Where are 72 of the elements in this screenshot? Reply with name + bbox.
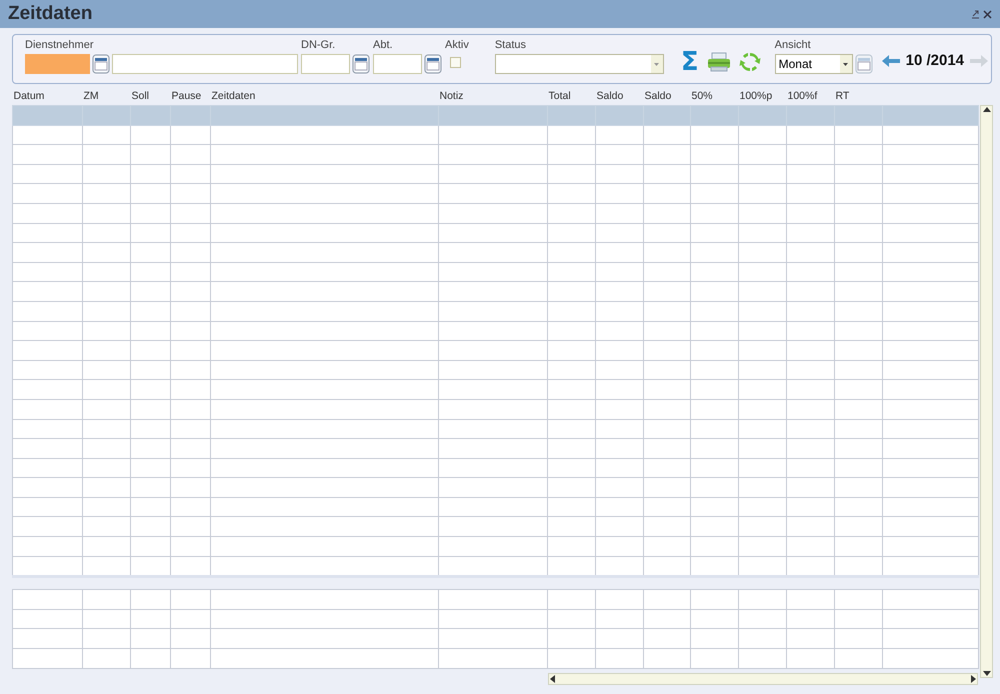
- department-field[interactable]: [373, 54, 422, 74]
- employee-label: Dienstnehmer: [25, 39, 94, 51]
- view-label: Ansicht: [774, 39, 812, 51]
- period-label: 10 /2014: [906, 52, 964, 69]
- column-header[interactable]: RT: [834, 87, 882, 106]
- table-row[interactable]: [12, 536, 978, 556]
- employee-id-field[interactable]: [25, 54, 90, 74]
- column-header[interactable]: Saldo: [644, 87, 690, 106]
- scroll-down-icon[interactable]: [982, 669, 990, 677]
- status-dropdown[interactable]: [494, 54, 664, 74]
- scroll-up-icon[interactable]: [982, 106, 990, 114]
- pin-icon[interactable]: [971, 10, 980, 18]
- table-row[interactable]: [12, 203, 978, 224]
- column-header[interactable]: ZM: [82, 87, 130, 106]
- arrow-left-icon[interactable]: [880, 54, 901, 68]
- table-row[interactable]: [12, 223, 978, 243]
- table-row[interactable]: [12, 628, 978, 649]
- table-row[interactable]: [12, 144, 978, 164]
- close-icon[interactable]: [983, 10, 992, 18]
- table-row[interactable]: [12, 438, 978, 458]
- table-row[interactable]: [12, 609, 978, 629]
- vertical-scrollbar[interactable]: [980, 105, 993, 678]
- calendar-button[interactable]: [854, 54, 873, 74]
- table-row[interactable]: [12, 556, 978, 577]
- calendar-button[interactable]: [92, 54, 110, 74]
- column-header[interactable]: Total: [548, 87, 596, 106]
- column-header[interactable]: 50%: [690, 87, 738, 106]
- table-row[interactable]: [12, 301, 978, 322]
- column-header[interactable]: Datum: [12, 87, 82, 106]
- active-label: Aktiv: [445, 39, 469, 51]
- table-row[interactable]: [12, 242, 978, 262]
- caret-icon: [843, 62, 848, 66]
- group-label: DN-Gr.: [301, 39, 336, 51]
- table-row[interactable]: [12, 478, 978, 498]
- table-row[interactable]: [12, 184, 978, 204]
- calendar-button[interactable]: [424, 54, 442, 74]
- table-row[interactable]: [12, 282, 978, 302]
- table-row[interactable]: [12, 380, 978, 400]
- printer-icon[interactable]: [706, 52, 731, 72]
- column-header[interactable]: 100%p: [738, 87, 786, 106]
- column-header[interactable]: Soll: [130, 87, 170, 106]
- table-row[interactable]: [12, 590, 978, 610]
- table-row[interactable]: [12, 125, 978, 145]
- refresh-icon[interactable]: [738, 51, 761, 73]
- column-header[interactable]: Pause: [170, 87, 210, 106]
- table-row[interactable]: [12, 516, 978, 537]
- caret-icon: [654, 62, 660, 66]
- group-field[interactable]: [301, 54, 350, 74]
- calendar-button[interactable]: [352, 54, 370, 74]
- department-label: Abt.: [373, 39, 394, 51]
- horizontal-scrollbar[interactable]: [548, 672, 978, 685]
- sum-button[interactable]: Σ: [680, 51, 699, 73]
- table-row[interactable]: [12, 399, 978, 419]
- table-row[interactable]: [12, 340, 978, 360]
- table-row[interactable]: [12, 262, 978, 282]
- column-header[interactable]: 100%f: [786, 87, 834, 106]
- scroll-right-icon[interactable]: [969, 674, 977, 683]
- table-row[interactable]: [12, 164, 978, 184]
- table-row[interactable]: [12, 497, 978, 517]
- table-row[interactable]: [12, 321, 978, 341]
- view-dropdown[interactable]: Monat: [774, 54, 853, 74]
- active-checkbox[interactable]: [450, 57, 461, 68]
- table-row[interactable]: [12, 458, 978, 478]
- table-row[interactable]: [12, 360, 978, 380]
- scroll-left-icon[interactable]: [549, 674, 557, 683]
- column-header[interactable]: Saldo: [596, 87, 644, 106]
- table-row[interactable]: [12, 419, 978, 439]
- column-header[interactable]: Notiz: [438, 87, 548, 106]
- status-label: Status: [494, 39, 528, 51]
- window-title: Zeitdaten: [8, 3, 92, 25]
- employee-name-field[interactable]: [112, 54, 298, 74]
- column-header[interactable]: Zeitdaten: [210, 87, 438, 106]
